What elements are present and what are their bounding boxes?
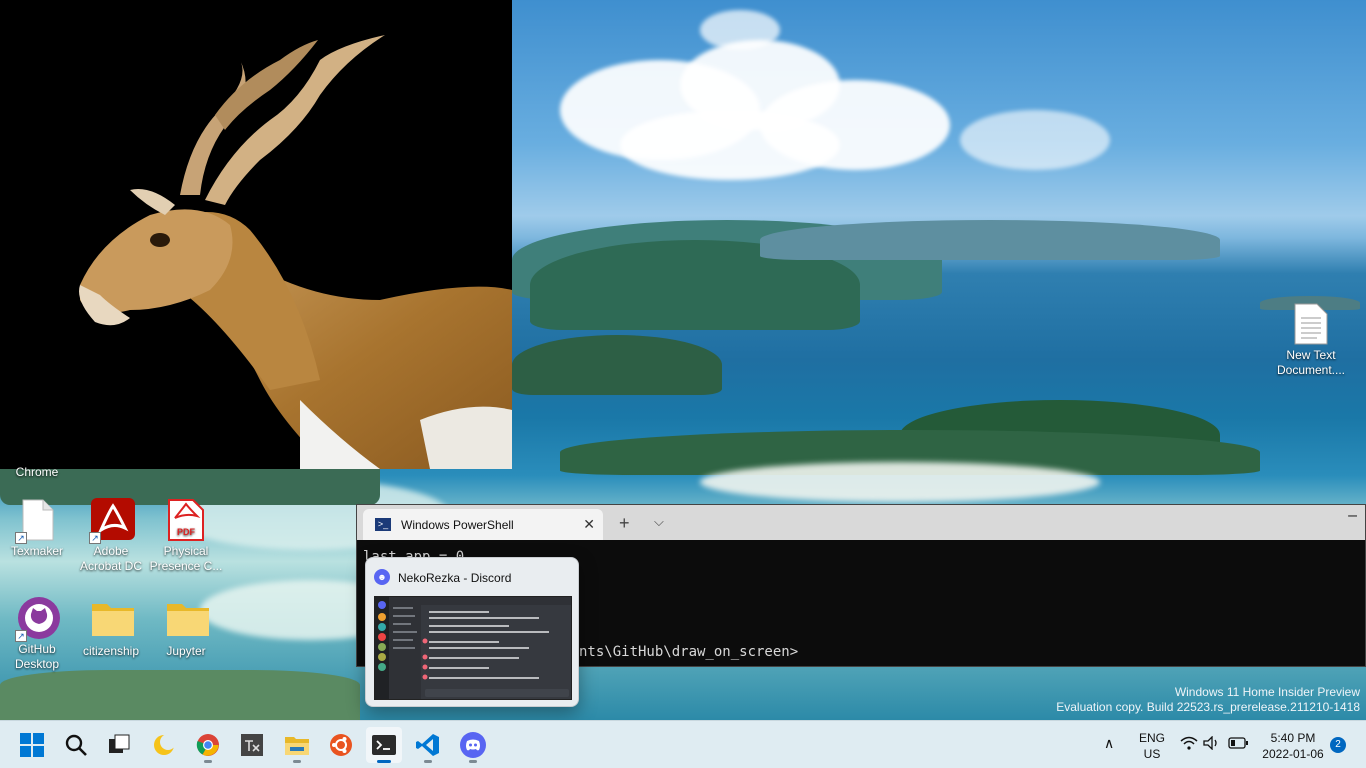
language-code: ENG <box>1138 731 1165 745</box>
running-indicator <box>204 760 212 763</box>
antelope-illustration <box>79 35 512 469</box>
desktop-icon-jupyter[interactable]: Jupyter <box>149 598 223 659</box>
pdf-icon: PDF <box>166 498 206 542</box>
discord-thumbnail[interactable] <box>374 596 572 700</box>
folder-icon <box>166 598 209 642</box>
clock-time: 5:40 PM <box>1270 731 1316 745</box>
running-indicator <box>469 760 477 763</box>
shortcut-arrow-icon: ↗ <box>15 630 27 642</box>
terminal-icon <box>372 735 396 755</box>
running-indicator <box>293 760 301 763</box>
discord-icon: ☻ <box>374 569 390 585</box>
desktop-icon-label: Adobe Acrobat DC <box>79 544 143 573</box>
taskbar-terminal[interactable] <box>366 727 402 763</box>
desktop-icon-label: Texmaker <box>10 544 63 558</box>
desktop-icon-physical-presence[interactable]: PDF Physical Presence C... <box>149 498 223 574</box>
file-explorer-icon <box>285 737 309 755</box>
ubuntu-icon <box>330 734 352 756</box>
tab-title: Windows PowerShell <box>401 518 514 532</box>
texmaker-icon <box>241 734 263 756</box>
start-icon <box>20 733 44 757</box>
tab-windows-powershell[interactable]: >_ Windows PowerShell ✕ <box>363 509 603 540</box>
text-file-icon <box>1291 302 1331 346</box>
github-icon: ↗ <box>15 596 60 642</box>
new-tab-button[interactable]: + <box>619 513 630 534</box>
antelope-photo <box>0 0 512 469</box>
taskbar: ∧ ENG US 5:40 PM 2022-01-06 2 <box>0 720 1366 768</box>
desktop-icon-github[interactable]: ↗ GitHub Desktop <box>0 596 74 672</box>
desktop-icon-texmaker[interactable]: ↗ Texmaker <box>0 498 74 559</box>
search-button[interactable] <box>58 727 94 763</box>
desktop-icon-new-text-document[interactable]: New Text Document.... <box>1274 302 1348 378</box>
battery-icon[interactable] <box>1228 737 1248 753</box>
pdf-badge-text: PDF <box>177 527 196 537</box>
search-icon <box>65 734 87 756</box>
shortcut-arrow-icon: ↗ <box>89 532 101 544</box>
watermark-line-1: Windows 11 Home Insider Preview <box>1174 685 1360 699</box>
desktop-icon-citizenship[interactable]: citizenship <box>74 598 148 659</box>
shortcut-arrow-icon: ↗ <box>15 532 27 544</box>
terminal-titlebar[interactable]: >_ Windows PowerShell ✕ + ⌵ – <box>357 505 1365 540</box>
running-indicator <box>377 760 391 763</box>
taskbar-vscode[interactable] <box>410 727 446 763</box>
desktop-icon-label: GitHub Desktop <box>14 642 60 671</box>
watermark-line-2: Evaluation copy. Build 22523.rs_prerelea… <box>1056 700 1360 714</box>
desktop-icon-label: Jupyter <box>166 644 206 658</box>
folder-icon <box>91 598 134 642</box>
task-view-button[interactable] <box>101 727 137 763</box>
running-indicator <box>424 760 432 763</box>
desktop-icon-chrome[interactable]: Chrome <box>0 465 74 480</box>
desktop-icon-label: citizenship <box>82 644 140 658</box>
volume-icon[interactable] <box>1203 735 1221 754</box>
widgets-icon <box>154 734 176 755</box>
minimize-button[interactable]: – <box>1348 507 1357 525</box>
desktop-icon-acrobat[interactable]: ↗ Adobe Acrobat DC <box>74 498 148 574</box>
vscode-icon <box>416 734 439 756</box>
widgets-button[interactable] <box>146 727 182 763</box>
taskbar-chrome[interactable] <box>190 727 226 763</box>
start-button[interactable] <box>14 727 50 763</box>
preview-title: NekoRezka - Discord <box>398 571 512 585</box>
evaluation-watermark: Windows 11 Home Insider Preview Evaluati… <box>1056 685 1360 715</box>
discord-icon <box>460 732 486 758</box>
taskbar-file-explorer[interactable] <box>279 727 315 763</box>
chevron-down-icon[interactable]: ⌵ <box>654 514 664 530</box>
wifi-icon[interactable] <box>1180 736 1198 754</box>
discord-preview-popup[interactable]: ☻ NekoRezka - Discord <box>365 557 579 707</box>
taskbar-discord[interactable] <box>455 727 491 763</box>
terminal-prompt[interactable]: nts\GitHub\draw_on_screen> <box>579 644 798 660</box>
desktop-icon-label: Chrome <box>15 465 59 479</box>
desktop-icon-label: Physical Presence C... <box>149 544 223 573</box>
notification-badge[interactable]: 2 <box>1330 737 1346 753</box>
clock-date: 2022-01-06 <box>1262 747 1324 761</box>
chrome-icon <box>196 734 219 756</box>
clock[interactable]: 5:40 PM 2022-01-06 <box>1258 730 1328 762</box>
desktop-icon-label: New Text Document.... <box>1276 348 1346 377</box>
task-view-icon <box>109 734 130 753</box>
tab-close-icon[interactable]: ✕ <box>583 516 595 533</box>
taskbar-texmaker[interactable] <box>234 727 270 763</box>
acrobat-icon: ↗ <box>89 498 135 544</box>
powershell-icon: >_ <box>375 518 391 531</box>
document-icon: ↗ <box>15 498 57 544</box>
language-indicator[interactable]: ENG US <box>1136 730 1168 762</box>
keyboard-layout: US <box>1143 747 1161 761</box>
show-hidden-icons-chevron[interactable]: ∧ <box>1104 735 1114 751</box>
taskbar-ubuntu[interactable] <box>323 727 359 763</box>
